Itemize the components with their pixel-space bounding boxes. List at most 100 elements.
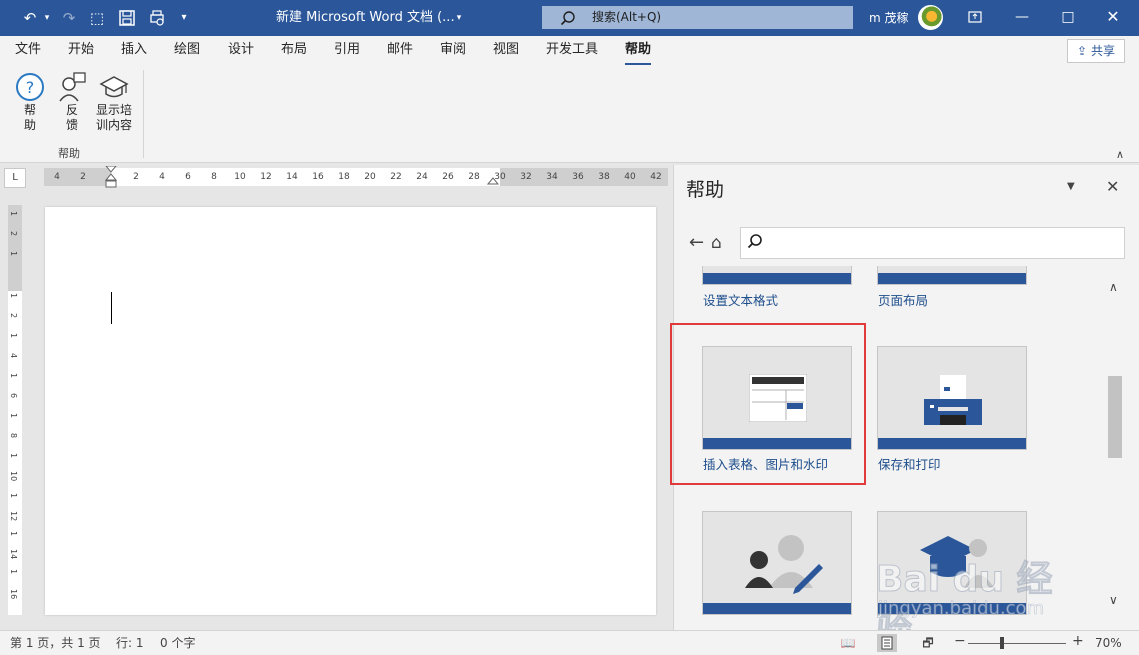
vertical-ruler[interactable]: 1 2 1 1 2 1 4 1 6 1 8 1 10 1 12 1 14 1 1… — [8, 205, 22, 615]
card-caption-format-text[interactable]: 设置文本格式 — [703, 293, 778, 309]
title-dropdown-icon[interactable]: ▾ — [452, 8, 466, 28]
help-card-save-print[interactable] — [877, 346, 1027, 450]
ruler-tick: 8 — [9, 433, 18, 439]
tab-mailings[interactable]: 邮件 — [387, 41, 413, 59]
zoom-level[interactable]: 70% — [1095, 636, 1122, 650]
ruler-tick: 18 — [338, 172, 350, 182]
ruler-tick: 36 — [572, 172, 584, 182]
save-icon[interactable] — [116, 8, 138, 28]
tab-review[interactable]: 审阅 — [440, 41, 466, 59]
zoom-out-button[interactable]: − — [954, 634, 966, 648]
card-caption-page-layout[interactable]: 页面布局 — [878, 293, 928, 309]
home-icon[interactable]: ⌂ — [711, 233, 722, 253]
card-bar — [878, 273, 1026, 284]
show-training-button[interactable]: 显示培训内容 — [92, 71, 136, 141]
ruler-tick: 26 — [442, 172, 454, 182]
tab-layout[interactable]: 布局 — [281, 41, 307, 59]
tab-insert[interactable]: 插入 — [121, 41, 147, 59]
help-pane-title: 帮助 — [686, 179, 725, 201]
help-card-share[interactable] — [702, 511, 852, 615]
help-button-label: 帮助 — [23, 103, 36, 132]
customize-qat-icon[interactable]: ▾ — [176, 8, 192, 28]
printer-illustration-icon — [924, 375, 982, 425]
maximize-button[interactable]: □ — [1056, 6, 1080, 28]
help-card-format-text[interactable] — [702, 266, 852, 285]
card-bar — [703, 273, 851, 284]
ruler-tick: 2 — [9, 231, 18, 237]
ruler-tick: 38 — [598, 172, 610, 182]
indent-marker-icon[interactable] — [104, 166, 118, 188]
ruler-tick: 16 — [9, 589, 18, 600]
share-icon: ⇪ — [1077, 44, 1088, 58]
print-layout-icon[interactable] — [877, 634, 897, 652]
tab-selector[interactable]: L — [4, 168, 26, 188]
tab-view[interactable]: 视图 — [493, 41, 519, 59]
ruler-tick: 8 — [211, 172, 217, 182]
tab-developer[interactable]: 开发工具 — [546, 41, 598, 59]
back-arrow-icon[interactable]: ← — [689, 233, 704, 253]
touch-mode-icon[interactable]: ⬚ — [86, 8, 108, 28]
close-pane-icon[interactable]: ✕ — [1106, 177, 1119, 196]
share-button[interactable]: ⇪ 共享 — [1067, 39, 1125, 63]
user-name[interactable]: m 茂稼 — [869, 9, 909, 27]
web-layout-icon[interactable]: 🗗 — [918, 634, 938, 652]
horizontal-ruler[interactable]: 4 2 2 4 6 8 10 12 14 16 18 20 22 24 26 2… — [44, 166, 668, 188]
undo-dropdown-icon[interactable]: ▾ — [42, 8, 52, 28]
page-count[interactable]: 第 1 页，共 1 页 — [10, 636, 101, 650]
ruler-tick: 6 — [9, 393, 18, 399]
read-mode-icon[interactable]: 📖 — [838, 634, 858, 652]
zoom-slider-track[interactable] — [968, 643, 1066, 644]
ruler-tick: 32 — [520, 172, 532, 182]
undo-icon[interactable]: ↶ — [18, 8, 42, 28]
ruler-tick: 10 — [234, 172, 246, 182]
line-number[interactable]: 行: 1 — [116, 636, 144, 650]
ruler-tick: 2 — [80, 172, 86, 182]
document-page[interactable] — [45, 207, 656, 615]
avatar[interactable] — [918, 5, 943, 30]
people-edit-illustration-icon — [745, 535, 823, 594]
help-card-page-layout[interactable] — [877, 266, 1027, 285]
scroll-up-icon[interactable]: ∧ — [1109, 280, 1118, 294]
help-button[interactable]: ? 帮助 — [10, 71, 50, 141]
svg-text:?: ? — [26, 78, 35, 97]
tab-references[interactable]: 引用 — [334, 41, 360, 59]
redo-icon[interactable]: ↷ — [58, 8, 80, 28]
top-margin-area — [8, 205, 22, 291]
tell-me-search[interactable]: 搜索(Alt+Q) — [542, 6, 853, 29]
ruler-tick: 1 — [9, 453, 18, 459]
ruler-tick: 1 — [9, 333, 18, 339]
tab-design[interactable]: 设计 — [228, 41, 254, 59]
ruler-tick: 2 — [9, 313, 18, 319]
ruler-tick: 4 — [54, 172, 60, 182]
print-preview-icon[interactable] — [146, 8, 168, 28]
training-cap-icon — [99, 71, 129, 103]
ruler-tick: 14 — [9, 549, 18, 560]
card-bar — [703, 603, 851, 614]
close-button[interactable]: ✕ — [1101, 6, 1125, 28]
minimize-button[interactable]: — — [1010, 6, 1034, 28]
word-count[interactable]: 0 个字 — [160, 636, 195, 650]
right-indent-marker-icon[interactable] — [486, 172, 500, 186]
ruler-tick: 1 — [9, 413, 18, 419]
help-pane-scrollbar[interactable]: ∧ ∨ — [1106, 268, 1126, 616]
collapse-ribbon-icon[interactable]: ∧ — [1116, 148, 1124, 161]
help-search-input[interactable] — [740, 227, 1125, 259]
document-title: 新建 Microsoft Word 文档 (... — [276, 10, 455, 25]
zoom-slider-thumb[interactable] — [1000, 637, 1004, 649]
ribbon: ? 帮助 反馈 显示培训内容 帮助 ∧ — [0, 65, 1139, 163]
ruler-tick: 34 — [546, 172, 558, 182]
tab-file[interactable]: 文件 — [15, 41, 41, 59]
watermark: Bai du 经验 jingyan.baidu.com — [876, 548, 1086, 653]
help-circle-icon: ? — [15, 71, 45, 103]
ribbon-group-label: 帮助 — [58, 147, 80, 160]
zoom-in-button[interactable]: + — [1072, 634, 1084, 648]
ribbon-display-options-icon[interactable] — [963, 6, 987, 28]
card-caption-save-print[interactable]: 保存和打印 — [878, 457, 941, 473]
scrollbar-thumb[interactable] — [1108, 376, 1122, 458]
pane-options-icon[interactable]: ▼ — [1067, 181, 1075, 192]
tab-home[interactable]: 开始 — [68, 41, 94, 59]
scroll-down-icon[interactable]: ∨ — [1109, 593, 1118, 607]
feedback-button[interactable]: 反馈 — [52, 71, 92, 141]
tab-draw[interactable]: 绘图 — [174, 41, 200, 59]
tab-help[interactable]: 帮助 — [625, 41, 652, 66]
